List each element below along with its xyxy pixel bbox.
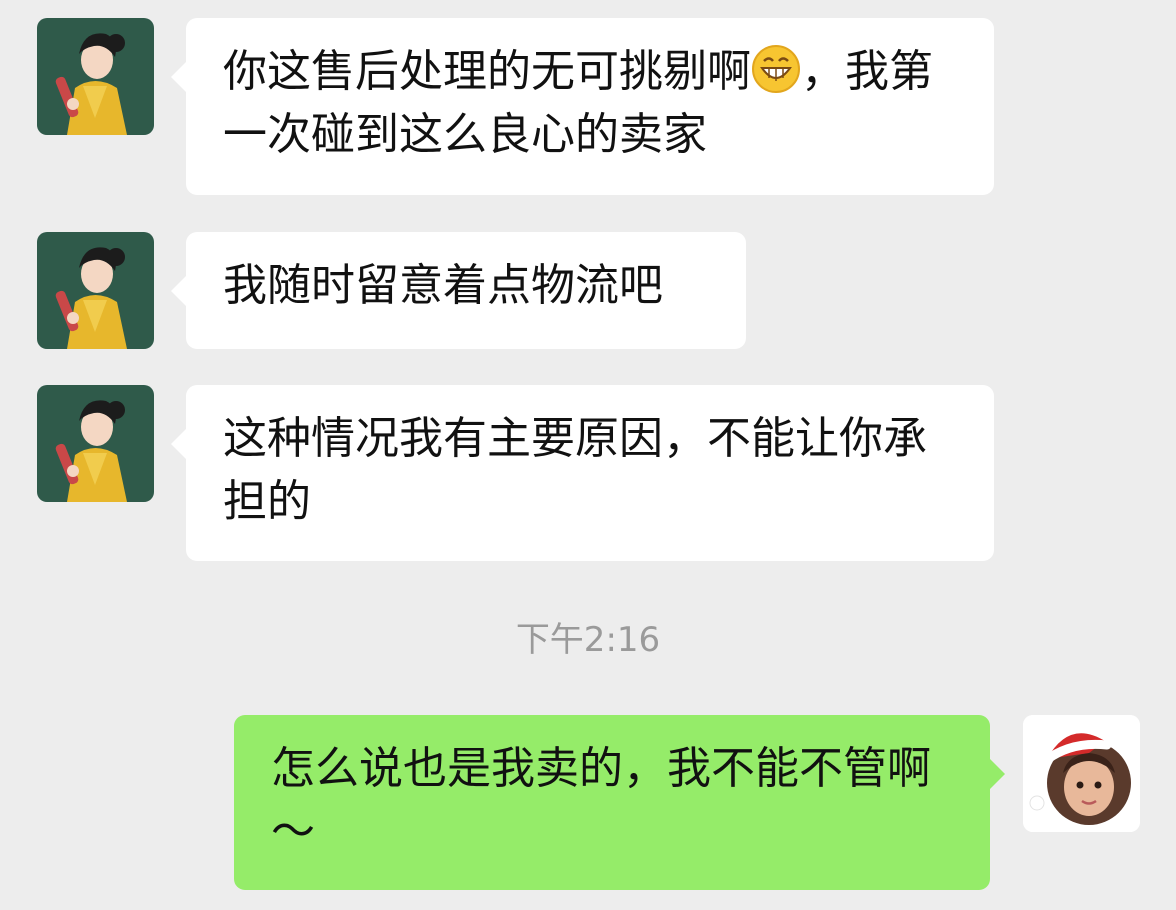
user-avatar[interactable] — [1023, 715, 1140, 832]
message-text: 怎么说也是我卖的，我不能不管啊～ — [271, 743, 931, 857]
outgoing-message-bubble[interactable]: 怎么说也是我卖的，我不能不管啊～ — [234, 715, 1005, 890]
woman-in-yellow-dress-icon — [37, 232, 154, 349]
grinning-face-icon — [751, 44, 801, 94]
contact-avatar[interactable] — [37, 18, 154, 135]
contact-avatar[interactable] — [37, 385, 154, 502]
woman-in-yellow-dress-icon — [37, 18, 154, 135]
message-timestamp: 下午2:16 — [515, 620, 661, 660]
message-text: 这种情况我有主要原因，不能让你承担的 — [223, 413, 927, 527]
woman-in-yellow-dress-icon — [37, 385, 154, 502]
incoming-message-bubble[interactable]: 我随时留意着点物流吧 — [171, 232, 746, 349]
contact-avatar[interactable] — [37, 232, 154, 349]
incoming-message-bubble[interactable]: 你这售后处理的无可挑剔啊 ，我第一次碰到这么良心的卖家 — [171, 18, 994, 195]
incoming-message-bubble[interactable]: 这种情况我有主要原因，不能让你承担的 — [171, 385, 994, 561]
girl-with-santa-hat-icon — [1023, 715, 1140, 832]
message-text: 你这售后处理的无可挑剔啊 — [223, 46, 751, 97]
message-text: 我随时留意着点物流吧 — [223, 260, 663, 311]
